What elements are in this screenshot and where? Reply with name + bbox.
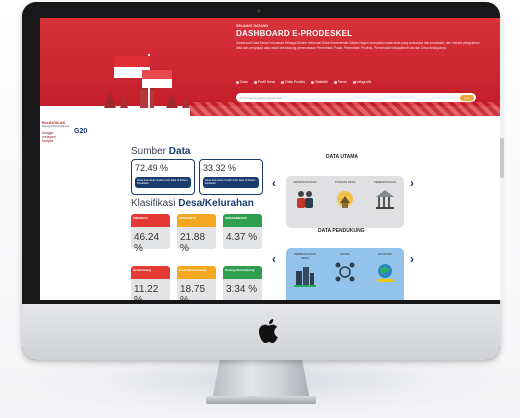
search-placeholder: Cari Kecamatan/Desa/Kelurahan [239, 95, 283, 100]
stat-label: Desa Kelurahan Sudah terisi Data di Sist… [135, 177, 191, 188]
infographic-icon [352, 80, 356, 84]
chevron-right-icon[interactable]: › [410, 176, 414, 190]
klas-label: SWASEMBADA [223, 214, 262, 227]
monitor-screen: SELAMAT DATANG DASHBOARD E-PRODESKEL Das… [40, 18, 504, 300]
data-pendukung-ekonomi[interactable]: EKONOMI [370, 252, 400, 286]
hero-description: Dashboard Data Desa/ Kelurahan Sebagai S… [236, 41, 480, 50]
city-icon [294, 267, 316, 287]
indonesia-flag-small-icon [142, 70, 172, 88]
klas-label: Berkembang [131, 266, 170, 279]
stat-card-prodeskel[interactable]: 72.49 % Desa Kelurahan Sudah terisi Data… [131, 159, 195, 195]
community-icon [335, 262, 355, 282]
klas-label: Cepat Berkembang [177, 266, 216, 279]
data-pendukung-title: DATA PENDUKUNG [318, 228, 365, 234]
bangga-melayani-logo: bangga melayani bangsa [42, 131, 56, 143]
monitor-stand [212, 360, 310, 400]
nav-data[interactable]: Data [236, 80, 248, 84]
klasifikasi-title: Klasifikasi Desa/Kelurahan [131, 198, 254, 209]
nav-statistik[interactable]: Statistik [311, 80, 328, 84]
sumber-data-title: Sumber Data [131, 146, 191, 157]
profile-icon [253, 80, 257, 84]
klas-card-kurang-berkembang[interactable]: Kurang Berkembang 3.34 % [223, 266, 262, 300]
klas-label: SWAKARYA [177, 214, 216, 227]
klas-card-swasembada[interactable]: SWASEMBADA 4.37 % [223, 214, 262, 249]
webcam-icon [257, 9, 261, 13]
nav-infografis[interactable]: Infografis [352, 80, 371, 84]
klas-card-swakarya[interactable]: SWAKARYA 21.88 % [177, 214, 216, 254]
klas-card-swadaya[interactable]: SWADAYA 46.24 % [131, 214, 170, 254]
search-input[interactable]: Cari Kecamatan/Desa/Kelurahan Cari [236, 93, 476, 102]
stat-value: 72.49 % [135, 163, 169, 173]
economy-globe-icon [377, 264, 393, 282]
tag-icon [333, 80, 337, 84]
stat-label: Desa Kelurahan Sudah terisi Data di Sist… [203, 177, 259, 188]
monitor-stand-base [206, 396, 316, 404]
klas-card-berkembang[interactable]: Berkembang 11.22 % [131, 266, 170, 300]
village-icon [337, 191, 353, 208]
data-utama-pemerintahan[interactable]: PEMERINTAHAN [370, 180, 400, 214]
scrollbar-thumb[interactable] [500, 138, 504, 178]
data-pendukung-sosial[interactable]: SOSIAL [330, 252, 360, 286]
chevron-right-icon[interactable]: › [410, 252, 414, 266]
batik-border [190, 102, 504, 116]
chart-icon [311, 80, 315, 84]
data-pendukung-panel: PEMBANGUNAN DESA SOSIAL EKONOMI [286, 248, 404, 300]
klas-value: 4.37 % [223, 227, 262, 249]
klas-label: SWADAYA [131, 214, 170, 227]
klas-label: Kurang Berkembang [223, 266, 262, 279]
stat-value: 33.32 % [203, 163, 237, 173]
nav-profil-desa[interactable]: Profil Desa [253, 80, 275, 84]
klas-value: 21.88 % [177, 227, 216, 254]
hero-nav: Data Profil Desa Data Prodes Statistik T… [236, 80, 371, 84]
search-button[interactable]: Cari [460, 94, 474, 101]
klas-value: 3.34 % [223, 279, 262, 300]
klas-value: 18.75 % [177, 279, 216, 300]
hero-title: DASHBOARD E-PRODESKEL [236, 29, 353, 38]
chevron-left-icon[interactable]: ‹ [272, 176, 276, 190]
data-utama-kependudukan[interactable]: KEPENDUDUKAN [290, 180, 320, 214]
data-utama-title: DATA UTAMA [326, 154, 359, 160]
scrollbar[interactable] [500, 18, 504, 300]
government-building-icon [376, 190, 394, 209]
g20-logo: G20 [74, 128, 88, 135]
berakhlak-logo: BerAKHLAK #BanggaMelayaniBangsa [42, 120, 70, 128]
nav-data-prodes[interactable]: Data Prodes [281, 80, 305, 84]
partner-logos: BerAKHLAK #BanggaMelayaniBangsa bangga m… [40, 118, 110, 148]
data-pendukung-pembangunan[interactable]: PEMBANGUNAN DESA [290, 252, 320, 290]
stat-card-epdeskel[interactable]: 33.32 % Desa Kelurahan Sudah terisi Data… [199, 159, 263, 195]
klas-value: 46.24 % [131, 227, 170, 254]
nav-tema[interactable]: Tema [333, 80, 347, 84]
data-utama-potensi-desa[interactable]: POTENSI DESA [330, 180, 360, 214]
people-icon [297, 191, 313, 208]
klas-card-cepat-berkembang[interactable]: Cepat Berkembang 18.75 % [177, 266, 216, 300]
hero-welcome: SELAMAT DATANG [236, 24, 269, 28]
data-icon [236, 80, 239, 84]
apple-logo-icon [259, 319, 278, 343]
chevron-left-icon[interactable]: ‹ [272, 252, 276, 266]
data-utama-panel: KEPENDUDUKAN POTENSI DESA PEMERINTAHAN [286, 176, 404, 228]
hero-banner: SELAMAT DATANG DASHBOARD E-PRODESKEL Das… [40, 18, 504, 112]
database-icon [281, 80, 285, 84]
klas-value: 11.22 % [131, 279, 170, 300]
